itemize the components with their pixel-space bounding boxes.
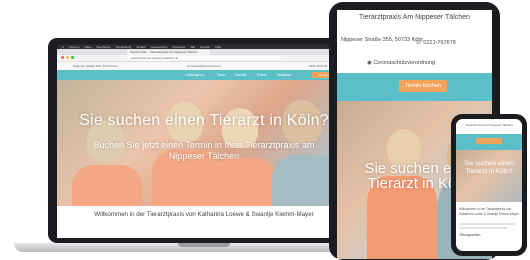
phone-text-line (459, 223, 515, 225)
phone-text-line (459, 227, 507, 229)
mac-menu-item[interactable]: Fenster (200, 45, 210, 49)
site-topbar: Nippeser Straße 355, 50733 Köln Coronasc… (57, 62, 351, 70)
topbar-phone[interactable]: 0221-767678 (309, 64, 327, 68)
topbar-address: Nippeser Straße 355, 50733 Köln (73, 64, 118, 68)
phone-book-button[interactable] (476, 138, 502, 144)
mac-menu-item[interactable]: Hilfe (215, 45, 221, 49)
window-controls (61, 56, 74, 59)
tablet-corona-link[interactable]: ◉ Coronaschutzverordnung (367, 60, 435, 66)
address-bar[interactable]: www.tierarzt-am-nippeser-taelchen.de (127, 56, 281, 60)
welcome-heading: Willkommen in der Tierarztpraxis von Kat… (57, 206, 351, 224)
phone-hero: Sie suchen einen Tierarzt in Köln? (456, 150, 522, 202)
minimize-window-icon[interactable] (66, 56, 69, 59)
mac-menu-item[interactable]: Tab (190, 45, 195, 49)
nav-item-praxis[interactable]: Praxis (257, 73, 266, 77)
mac-menu-item[interactable]: Verlauf (136, 45, 145, 49)
phone-opening-hours-label: Öffnungszeiten (459, 233, 481, 237)
hero-subtitle: Buchen Sie jetzt einen Termin in Ihrer T… (93, 140, 315, 161)
nav-item-team[interactable]: Team (217, 73, 225, 77)
nav-item-kontakt[interactable]: Kontakt (235, 73, 247, 77)
tablet-corona-label[interactable]: Coronaschutzverordnung (373, 60, 435, 66)
close-window-icon[interactable] (61, 56, 64, 59)
tablet-phone[interactable]: ☏ 0221-767678 (415, 40, 456, 46)
browser-toolbar: www.tierarzt-am-nippeser-taelchen.de (57, 55, 351, 62)
mac-menu-item[interactable]: Datei (84, 45, 91, 49)
apple-icon: ● (62, 44, 64, 49)
maximize-window-icon[interactable] (71, 56, 74, 59)
phone-welcome: Willkommen in der Tierarztpraxis von Kat… (459, 207, 519, 216)
mac-menu-item[interactable]: Bearbeiten (97, 45, 112, 49)
laptop-page-bottom (57, 224, 351, 238)
mac-menu-item[interactable]: Lesezeichen (151, 45, 168, 49)
mac-menu-item[interactable]: Chrome (69, 45, 80, 49)
site-navigation: Leistungen ▾ Team Kontakt Praxis Notdien… (57, 70, 351, 80)
nav-item-notdienst[interactable]: Notdienst (277, 73, 291, 77)
phone-screen: Tierarztpraxis Am Nippeser Tälchen Sie s… (456, 119, 522, 251)
phone-hero-title: Sie suchen einen Tierarzt in Köln? (464, 160, 514, 175)
tablet-site-title: Tierarztpraxis Am Nippeser Tälchen (359, 14, 470, 21)
hero-title: Sie suchen einen Tierarzt in Köln? (79, 112, 329, 129)
nav-item-leistungen[interactable]: Leistungen ▾ (185, 73, 204, 77)
mac-menu-item[interactable]: Personen (172, 45, 185, 49)
topbar-corona-link[interactable]: Coronaschutzverordnung (187, 64, 221, 68)
tablet-address: Nippeser Straße 355, 50733 Köln (341, 37, 423, 43)
tablet-phone-number[interactable]: 0221-767678 (423, 40, 455, 46)
laptop-notch (178, 243, 230, 247)
mac-menu-item[interactable]: Darstellung (116, 45, 131, 49)
tablet-book-button[interactable]: Termin buchen (399, 80, 447, 92)
